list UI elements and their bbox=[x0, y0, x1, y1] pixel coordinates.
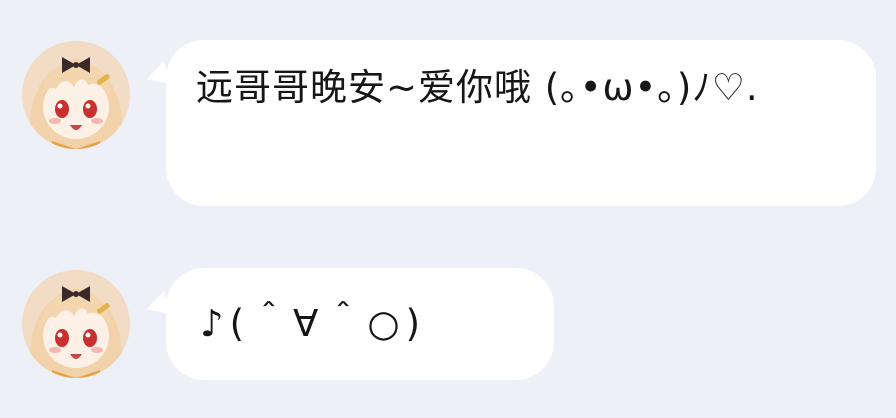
message-bubble[interactable]: ♪(＾∀＾○) bbox=[166, 268, 554, 380]
message-bubble[interactable]: 远哥哥晚安~爱你哦 (｡•ω•｡)ﾉ♡. bbox=[166, 40, 876, 206]
anime-girl-avatar-icon bbox=[22, 41, 130, 149]
avatar[interactable] bbox=[22, 270, 130, 378]
chat-message: 远哥哥晚安~爱你哦 (｡•ω•｡)ﾉ♡. bbox=[0, 40, 896, 206]
message-text: 远哥哥晚安~爱你哦 (｡•ω•｡)ﾉ♡. bbox=[196, 66, 759, 109]
anime-girl-avatar-icon bbox=[22, 270, 130, 378]
message-text: ♪(＾∀＾○) bbox=[200, 302, 427, 345]
avatar[interactable] bbox=[22, 41, 130, 149]
chat-message: ♪(＾∀＾○) bbox=[0, 268, 896, 380]
